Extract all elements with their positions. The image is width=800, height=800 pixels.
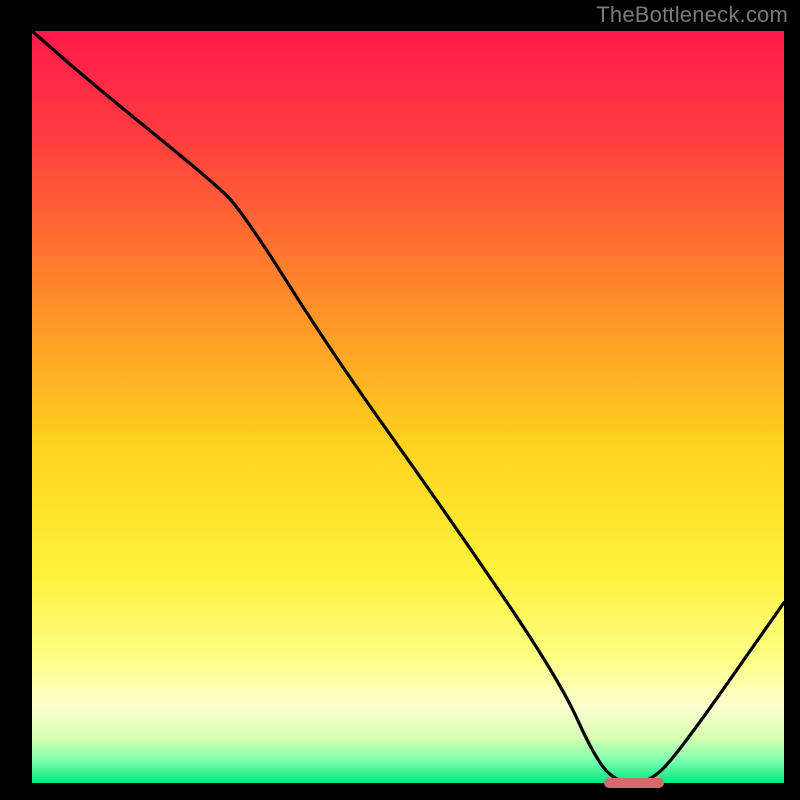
plot-area bbox=[32, 31, 784, 783]
watermark-text: TheBottleneck.com bbox=[596, 2, 788, 28]
chart-frame: TheBottleneck.com bbox=[0, 0, 800, 800]
chart-svg bbox=[32, 31, 784, 783]
gradient-bg bbox=[32, 31, 784, 783]
optimal-range-marker bbox=[604, 778, 664, 788]
